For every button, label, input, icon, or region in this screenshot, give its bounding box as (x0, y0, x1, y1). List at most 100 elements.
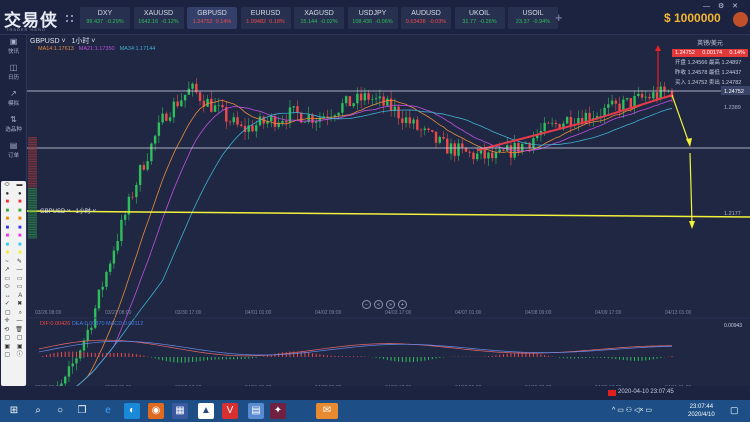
order-book-bar (28, 159, 37, 161)
macd-dif: DIF:0.00426 (40, 321, 71, 327)
order-book-bar (28, 184, 37, 186)
draw-tool-icon[interactable]: ■ (5, 241, 9, 250)
cortana-icon[interactable]: ○ (52, 403, 68, 419)
draw-tool-icon[interactable]: ■ (5, 198, 9, 207)
symbol-selector[interactable]: GBPUSD (30, 38, 60, 45)
sidebar-item-4[interactable]: ▤ 订单 (0, 141, 27, 165)
window-controls[interactable]: — ⚙ ✕ (703, 2, 738, 10)
edge-icon[interactable]: e (100, 403, 116, 419)
clock[interactable]: 23:07:44 2020/4/10 (688, 403, 715, 419)
ticker-usdjpy[interactable]: USDJPY 108.436 -0.06% (347, 7, 398, 29)
draw-tool-icon[interactable]: ■ (18, 198, 22, 207)
app-v-icon[interactable]: V (222, 403, 238, 419)
draw-tool-icon[interactable]: ↗ (4, 266, 9, 275)
app-a-icon[interactable]: ▲ (198, 403, 214, 419)
draw-tool-icon[interactable]: ▢ (17, 334, 23, 343)
draw-tool-icon[interactable]: ● (5, 190, 9, 199)
draw-tool-icon[interactable]: ⬭ (4, 181, 9, 190)
ticker-dxy[interactable]: DXY 99.437 -0.29% (80, 7, 130, 29)
zoom-out-button[interactable]: − (362, 300, 371, 309)
avatar[interactable] (733, 12, 748, 27)
zoom-in-button[interactable]: + (398, 300, 407, 309)
candle-body (105, 271, 108, 287)
draw-tool-icon[interactable]: ■ (18, 249, 22, 258)
draw-tool-icon[interactable]: ▢ (4, 351, 10, 360)
game-icon[interactable]: ✦ (270, 403, 286, 419)
candle-body (270, 116, 273, 122)
task-view-icon[interactable]: ❐ (74, 403, 90, 419)
ticker-eurusd[interactable]: EURUSD 1.09482 0.18% (240, 7, 291, 29)
order-book-bar (28, 179, 37, 181)
ticker-quote: 108.436 -0.06% (352, 19, 393, 25)
add-ticker-button[interactable]: + (555, 10, 563, 25)
scroll-left-button[interactable]: « (374, 300, 383, 309)
scroll-right-button[interactable]: » (386, 300, 395, 309)
draw-tool-icon[interactable]: ■ (5, 215, 9, 224)
draw-tool-icon[interactable]: ■ (5, 232, 9, 241)
draw-tool-icon[interactable]: ■ (18, 207, 22, 216)
draw-tool-icon[interactable]: ■ (5, 207, 9, 216)
draw-tool-icon[interactable]: ■ (18, 215, 22, 224)
draw-tool-icon[interactable]: ▢ (5, 309, 11, 318)
draw-tool-icon[interactable]: ⓘ (17, 351, 23, 360)
ticker-usoil[interactable]: USOIL 23.37 -0.94% (508, 7, 558, 29)
search-icon[interactable]: ⌕ (30, 403, 46, 419)
draw-tool-icon[interactable]: ⬭ (5, 283, 10, 292)
draw-tool-icon[interactable]: ✖ (17, 300, 22, 309)
draw-tool-icon[interactable]: ✎ (17, 258, 22, 267)
timeframe-selector[interactable]: 1小时 (71, 38, 89, 45)
app-window-icon[interactable]: ▤ (248, 403, 264, 419)
ticker-audusd[interactable]: AUDUSD 0.63438 -0.03% (401, 7, 451, 29)
draw-tool-row: ⬭ ▭ (1, 283, 26, 292)
draw-tool-icon[interactable]: — (17, 317, 23, 326)
draw-tool-icon[interactable]: ✓ (5, 300, 10, 309)
sidebar-item-0[interactable]: ▣ 快讯 (0, 37, 27, 61)
draw-tool-icon[interactable]: ■ (18, 232, 22, 241)
ticker-xauusd[interactable]: XAUUSD 1642.16 -0.12% (133, 7, 184, 29)
draw-tool-icon[interactable]: A (18, 292, 22, 301)
draw-tool-icon[interactable]: — (17, 266, 23, 275)
draw-tool-icon[interactable]: ▭ (17, 275, 23, 284)
order-book-bar (28, 138, 37, 140)
draw-tool-icon[interactable]: ■ (18, 241, 22, 250)
draw-tool-icon[interactable]: ▣ (17, 343, 23, 352)
draw-tool-icon[interactable]: ⟲ (4, 326, 9, 335)
candle-body (108, 263, 112, 272)
draw-tool-icon[interactable]: ↔ (5, 292, 11, 301)
draw-tool-icon[interactable]: ▭ (4, 275, 10, 284)
draw-tool-icon[interactable]: ▢ (4, 334, 10, 343)
trading-app-icon[interactable]: ▦ (172, 403, 188, 419)
draw-tool-icon[interactable]: ■ (5, 249, 9, 258)
draw-tool-icon[interactable]: ■ (5, 224, 9, 233)
start-icon[interactable]: ⊞ (6, 403, 22, 419)
draw-tool-icon[interactable]: ▬ (17, 181, 23, 190)
order-book-bar (28, 152, 37, 154)
sidebar-item-1[interactable]: ◫ 日历 (0, 63, 27, 87)
ticker-gbpusd[interactable]: GBPUSD 1.24752 0.14% (187, 7, 237, 29)
draw-tool-icon[interactable]: ▭ (17, 283, 23, 292)
draw-tool-icon[interactable]: ⌕ (19, 309, 22, 318)
notification-icon[interactable]: ▢ (730, 405, 739, 416)
moving-average-line (76, 99, 673, 386)
draw-tool-row: ✓ ✖ (1, 300, 26, 309)
draw-tool-icon[interactable]: ● (18, 190, 22, 199)
candle-body (363, 93, 367, 101)
sidebar-item-2[interactable]: ↗ 模拟 (0, 89, 27, 113)
ticker-ukoil[interactable]: UKOIL 31.77 -0.26% (454, 7, 505, 29)
draw-tool-icon[interactable]: ~ (5, 258, 9, 267)
price-chart[interactable]: 1.24752 1.2389 1.2177 1.24752 03/26 08:00 03/… (27, 35, 750, 386)
tray-icons[interactable]: ^ ▭ ⚇ ◁× ▭ (612, 406, 652, 414)
draw-tool-icon[interactable]: 🗑 (15, 326, 23, 335)
draw-tool-icon[interactable]: ▣ (4, 343, 10, 352)
wechat-icon[interactable]: ✉ (316, 403, 338, 419)
grid-menu-icon[interactable] (66, 15, 73, 22)
draw-tool-icon[interactable]: ✛ (4, 317, 9, 326)
sub-timeframe[interactable]: 1小时 (76, 209, 91, 215)
draw-tool-icon[interactable]: ■ (18, 224, 22, 233)
draw-tool-row: ■ ■ (1, 232, 26, 241)
sub-symbol[interactable]: GBPUSD (40, 209, 65, 215)
sidebar-item-3[interactable]: ⇅ 选品种 (0, 115, 27, 139)
ticker-xagusd[interactable]: XAGUSD 15.144 -0.02% (294, 7, 344, 29)
browser-icon[interactable]: ◐ (124, 403, 140, 419)
app-icon[interactable]: ◉ (148, 403, 164, 419)
